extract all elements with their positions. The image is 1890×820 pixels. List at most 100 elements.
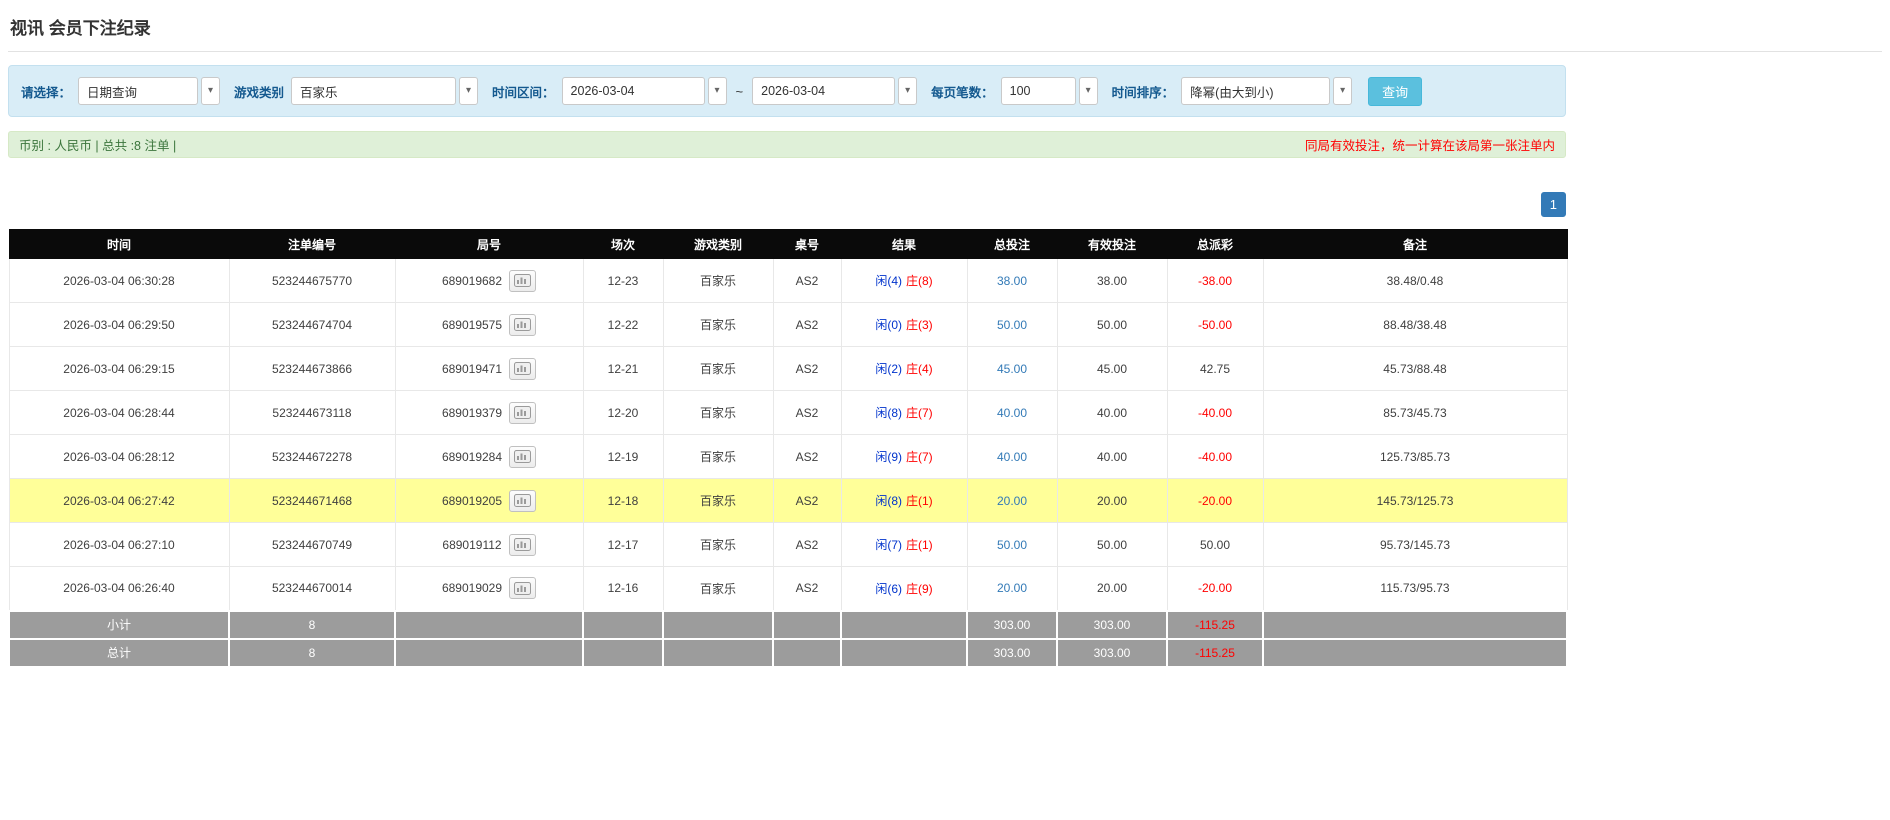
- round-id-cell: 689019112: [394, 522, 584, 567]
- subtotal-label: 小计: [8, 609, 230, 640]
- session-cell: 12-23: [582, 258, 664, 303]
- empty-cell: [394, 609, 584, 640]
- bet-records-table: 时间 注单编号 局号 场次 游戏类别 桌号 结果 总投注 有效投注 总派彩 备注…: [8, 229, 1568, 668]
- date-range-separator: ~: [735, 83, 744, 99]
- total-bet-link[interactable]: 38.00: [997, 274, 1027, 288]
- video-replay-icon[interactable]: [509, 489, 537, 512]
- total-bet-cell: 50.00: [966, 522, 1058, 567]
- bet-id-cell: 523244672278: [228, 434, 396, 479]
- total-bet-link[interactable]: 20.00: [997, 494, 1027, 508]
- page-button-1[interactable]: 1: [1540, 192, 1566, 217]
- total-bet-link[interactable]: 40.00: [997, 450, 1027, 464]
- session-cell: 12-21: [582, 346, 664, 391]
- banker-result: 庄(1): [906, 538, 933, 552]
- sort-order-input[interactable]: [1181, 77, 1331, 105]
- time-cell: 2026-03-04 06:27:10: [8, 522, 230, 567]
- player-result: 闲(6): [875, 581, 902, 596]
- round-id-value: 689019682: [441, 273, 503, 288]
- chevron-down-icon[interactable]: ▾: [707, 77, 727, 105]
- bet-id-cell: 523244674704: [228, 302, 396, 347]
- col-round-id: 局号: [394, 229, 584, 259]
- round-id-cell: 689019682: [394, 258, 584, 303]
- valid-bet-cell: 45.00: [1056, 346, 1168, 391]
- total-bet-link[interactable]: 45.00: [997, 362, 1027, 376]
- time-cell: 2026-03-04 06:28:44: [8, 390, 230, 435]
- chevron-down-icon[interactable]: ▾: [459, 77, 479, 105]
- video-replay-icon[interactable]: [509, 401, 537, 424]
- valid-bet-cell: 50.00: [1056, 302, 1168, 347]
- game-type-label: 游戏类别: [234, 85, 285, 100]
- total-count: 8: [228, 637, 396, 668]
- video-replay-icon[interactable]: [508, 533, 536, 556]
- table-no-cell: AS2: [772, 258, 842, 303]
- total-bet-cell: 50.00: [966, 302, 1058, 347]
- table-no-cell: AS2: [772, 302, 842, 347]
- total-bet-link[interactable]: 40.00: [997, 406, 1027, 420]
- banker-result: 庄(8): [906, 274, 933, 288]
- total-bet-link[interactable]: 50.00: [997, 538, 1027, 552]
- table-footer: 小计 8 303.00 303.00 -115.25 总计 8 303.00 3…: [8, 609, 1568, 668]
- empty-cell: [662, 637, 774, 668]
- table-row: 2026-03-04 06:27:10 523244670749 6890191…: [8, 522, 1568, 567]
- player-result: 闲(2): [875, 362, 902, 376]
- session-cell: 12-19: [582, 434, 664, 479]
- table-body: 2026-03-04 06:30:28 523244675770 6890196…: [8, 258, 1568, 611]
- payout-cell: -38.00: [1166, 258, 1264, 303]
- round-id-value: 689019379: [441, 405, 503, 420]
- round-id-value: 689019205: [441, 493, 503, 508]
- payout-cell: -40.00: [1166, 434, 1264, 479]
- col-valid-bet: 有效投注: [1056, 229, 1168, 259]
- valid-bet-cell: 38.00: [1056, 258, 1168, 303]
- round-id-cell: 689019379: [394, 390, 584, 435]
- table-header: 时间 注单编号 局号 场次 游戏类别 桌号 结果 总投注 有效投注 总派彩 备注: [8, 229, 1568, 259]
- col-remark: 备注: [1262, 229, 1568, 259]
- table-no-cell: AS2: [772, 434, 842, 479]
- player-result: 闲(9): [875, 450, 902, 464]
- video-replay-icon[interactable]: [509, 577, 537, 600]
- empty-cell: [394, 637, 584, 668]
- session-cell: 12-20: [582, 390, 664, 435]
- session-cell: 12-16: [582, 566, 664, 611]
- video-replay-icon[interactable]: [509, 269, 537, 292]
- query-type-input[interactable]: [78, 77, 199, 105]
- game-type-cell: 百家乐: [662, 302, 774, 347]
- page-title: 视讯 会员下注纪录: [8, 8, 1882, 52]
- date-to-select: ▾: [752, 77, 918, 105]
- session-cell: 12-22: [582, 302, 664, 347]
- col-time: 时间: [8, 229, 230, 259]
- banker-result: 庄(7): [906, 450, 933, 464]
- valid-bet-cell: 50.00: [1056, 522, 1168, 567]
- total-bet-link[interactable]: 20.00: [997, 581, 1027, 595]
- chevron-down-icon[interactable]: ▾: [898, 77, 918, 105]
- table-row: 2026-03-04 06:28:12 523244672278 6890192…: [8, 434, 1568, 479]
- filter-bar: 请选择： ▾ 游戏类别 ▾ 时间区间： ▾ ~: [8, 65, 1566, 117]
- chevron-down-icon[interactable]: ▾: [201, 77, 221, 105]
- grand-total-row: 总计 8 303.00 303.00 -115.25: [8, 637, 1568, 668]
- video-replay-icon[interactable]: [509, 445, 537, 468]
- table-row: 2026-03-04 06:26:40 523244670014 6890190…: [8, 566, 1568, 611]
- time-cell: 2026-03-04 06:29:50: [8, 302, 230, 347]
- date-to-input[interactable]: [752, 77, 896, 105]
- player-result: 闲(4): [875, 274, 902, 288]
- total-bet-link[interactable]: 50.00: [997, 318, 1027, 332]
- remark-cell: 95.73/145.73: [1262, 522, 1568, 567]
- empty-cell: [582, 637, 664, 668]
- date-from-input[interactable]: [561, 77, 705, 105]
- chevron-down-icon[interactable]: ▾: [1333, 77, 1353, 105]
- game-type-cell: 百家乐: [662, 258, 774, 303]
- time-cell: 2026-03-04 06:29:15: [8, 346, 230, 391]
- video-replay-icon[interactable]: [509, 357, 537, 380]
- player-result: 闲(0): [875, 318, 902, 332]
- game-type-cell: 百家乐: [662, 346, 774, 391]
- query-type-select: ▾: [78, 77, 221, 105]
- search-button[interactable]: 查询: [1368, 76, 1423, 106]
- time-cell: 2026-03-04 06:27:42: [8, 478, 230, 523]
- valid-bet-notice: 同局有效投注，统一计算在该局第一张注单内: [1304, 139, 1555, 153]
- video-replay-icon[interactable]: [509, 313, 537, 336]
- chevron-down-icon[interactable]: ▾: [1078, 77, 1098, 105]
- page: 视讯 会员下注纪录 请选择： ▾ 游戏类别 ▾ 时间区间：: [0, 0, 1890, 676]
- game-type-input[interactable]: [291, 77, 457, 105]
- col-bet-id: 注单编号: [228, 229, 396, 259]
- round-id-value: 689019029: [441, 581, 503, 596]
- page-size-input[interactable]: [1000, 77, 1076, 105]
